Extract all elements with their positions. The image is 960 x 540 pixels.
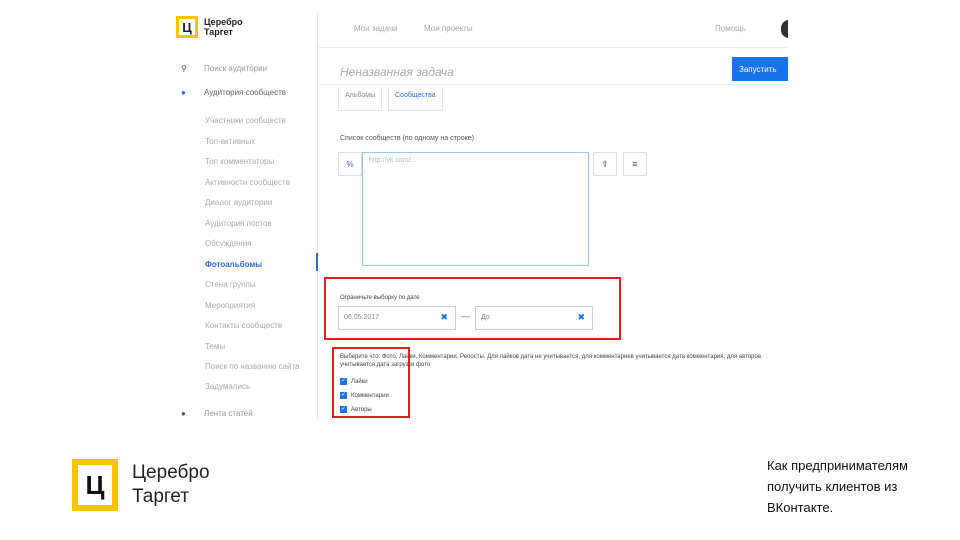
- logo-text: Церебро Таргет: [204, 17, 243, 37]
- tab-communities[interactable]: Сообщества: [388, 89, 443, 111]
- nav-my-tasks[interactable]: Мои задачи: [354, 24, 398, 33]
- nav-my-projects[interactable]: Мои проекты: [424, 24, 473, 33]
- top-bar: Мои задачи Мои проекты Помощь: [318, 12, 788, 48]
- list-icon[interactable]: ≡: [623, 152, 647, 176]
- tab-albums[interactable]: Альбомы: [338, 89, 383, 111]
- users-icon: ●: [181, 88, 186, 97]
- logo-line-1: Церебро: [204, 17, 243, 27]
- brand-name: Церебро Таргет: [132, 461, 210, 509]
- sidebar-subitem[interactable]: Активности сообществ: [205, 178, 290, 187]
- communities-list-label: Список сообществ (по одному на строке): [340, 135, 474, 142]
- sidebar-subitem[interactable]: Топ комментаторы: [205, 157, 274, 166]
- logo-line-2: Таргет: [204, 27, 233, 37]
- search-icon: ⚲: [181, 64, 187, 73]
- sidebar-subitem[interactable]: Обсуждения: [205, 239, 252, 248]
- app-screenshot: Ц Церебро Таргет ⚲ Поиск аудитории ● Ауд…: [172, 12, 788, 420]
- communities-textarea[interactable]: http://vk.com/...: [362, 152, 589, 266]
- task-title[interactable]: Неназванная задача: [340, 65, 454, 79]
- slide-caption: Как предпринимателям получить клиентов и…: [767, 455, 947, 518]
- nav-help[interactable]: Помощь: [715, 24, 746, 33]
- sidebar-subitem[interactable]: Участники сообществ: [205, 116, 286, 125]
- highlight-date-filter: [324, 277, 621, 340]
- chat-icon: ●: [181, 409, 186, 418]
- sidebar-subitem[interactable]: Задумались: [205, 382, 250, 391]
- caption-line: получить клиентов из: [767, 479, 898, 494]
- app-logo[interactable]: Ц Церебро Таргет: [176, 16, 243, 38]
- sidebar-subitem[interactable]: Контакты сообществ: [205, 321, 282, 330]
- logo-mark: Ц: [176, 16, 198, 38]
- sidebar-subitem[interactable]: Диалог аудитории: [205, 198, 272, 207]
- sidebar-subitem-photoalbums[interactable]: Фотоальбомы: [205, 260, 262, 269]
- brand-mark: Ц: [72, 459, 118, 511]
- sidebar-subitem[interactable]: Стена группы: [205, 280, 256, 289]
- sidebar-item-label: Аудитория сообществ: [204, 88, 287, 97]
- highlight-checkboxes: [332, 347, 410, 418]
- brand-line-2: Таргет: [132, 486, 190, 507]
- sidebar-item-label: Лента статей: [204, 409, 253, 418]
- caption-line: ВКонтакте.: [767, 500, 834, 515]
- link-icon[interactable]: %: [338, 152, 362, 176]
- avatar[interactable]: [781, 20, 788, 38]
- brand-line-1: Церебро: [132, 462, 210, 483]
- sidebar-subitem[interactable]: Аудитория постов: [205, 219, 272, 228]
- caption-line: Как предпринимателям: [767, 458, 908, 473]
- sidebar-subitem[interactable]: Темы: [205, 342, 225, 351]
- upload-icon[interactable]: ⇧: [593, 152, 617, 176]
- run-button[interactable]: Запустить: [732, 57, 788, 81]
- sidebar: Ц Церебро Таргет ⚲ Поиск аудитории ● Ауд…: [172, 12, 318, 420]
- sidebar-subitem[interactable]: Топ-активных: [205, 137, 255, 146]
- sidebar-subitem[interactable]: Мероприятия: [205, 301, 255, 310]
- brand-logo: Ц Церебро Таргет: [72, 459, 210, 511]
- sidebar-subitem[interactable]: Поиск по названию сайта: [205, 362, 300, 371]
- sidebar-item-label: Поиск аудитории: [204, 64, 268, 73]
- active-indicator: [316, 253, 318, 271]
- tabs-divider: [318, 84, 788, 85]
